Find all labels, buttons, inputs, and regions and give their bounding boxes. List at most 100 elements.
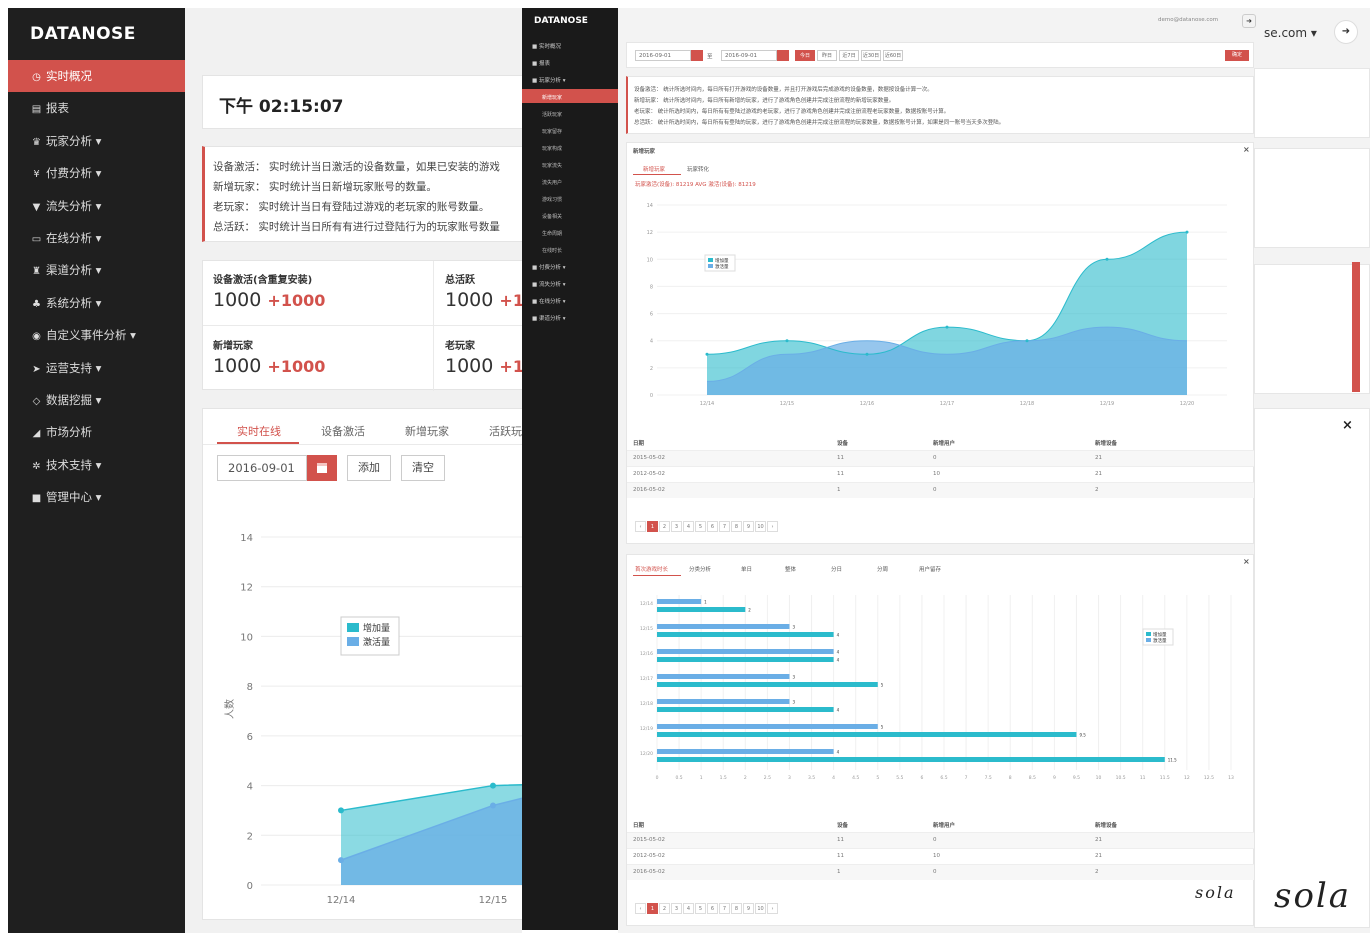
submenu-item-8[interactable]: 生命周期	[542, 230, 562, 237]
panel-tab-4[interactable]: 分日	[831, 565, 842, 573]
data-point	[945, 325, 949, 329]
submenu-item-1[interactable]: 活跃玩家	[542, 111, 562, 118]
submenu-item-4[interactable]: 玩家流失	[542, 162, 562, 169]
sidebar-item-8[interactable]: ◉ 自定义事件分析 ▾	[8, 319, 185, 351]
page-button[interactable]: 9	[743, 903, 754, 914]
close-icon[interactable]: ×	[1342, 418, 1353, 433]
sidebar-item-4[interactable]: ▼ 流失分析 ▾	[8, 190, 185, 222]
page-button[interactable]: 4	[683, 903, 694, 914]
quick-range-button-4[interactable]: 近60日	[883, 50, 903, 61]
page-button[interactable]: 5	[695, 521, 706, 532]
sidebar-item-5[interactable]: ▭ 在线分析 ▾	[8, 222, 185, 254]
sidebar-item-after-2[interactable]: ■ 在线分析 ▾	[532, 297, 565, 305]
x-tick-label: 12/14	[327, 895, 356, 906]
clear-button[interactable]: 清空	[401, 455, 445, 481]
confirm-button[interactable]: 确定	[1225, 50, 1249, 61]
sidebar-item-0[interactable]: ■ 实时概况	[532, 42, 561, 50]
x-tick-label: 3	[788, 775, 791, 781]
page-button[interactable]: ›	[767, 521, 778, 532]
submenu-item-9[interactable]: 在线时长	[542, 247, 562, 254]
page-button[interactable]: 8	[731, 903, 742, 914]
tab-realtime-online[interactable]: 实时在线	[237, 423, 281, 439]
sidebar-item-after-3[interactable]: ■ 渠道分析 ▾	[532, 314, 565, 322]
page-button[interactable]: ›	[767, 903, 778, 914]
page-button[interactable]: 6	[707, 521, 718, 532]
submenu-item-5[interactable]: 流失用户	[542, 179, 562, 186]
calendar-button[interactable]	[307, 455, 337, 481]
data-point	[785, 339, 789, 343]
page-button[interactable]: 9	[743, 521, 754, 532]
definitions-card: 设备激活： 统计所选时间内，每日所有打开游戏的设备数量，并且打开游戏后完成游戏的…	[626, 76, 1254, 134]
panel-tab-1[interactable]: 分类分析	[689, 565, 711, 573]
legend-label: 激活量	[715, 263, 729, 270]
quick-range-button-0[interactable]: 今日	[795, 50, 815, 61]
submenu-item-0[interactable]: 新增玩家	[542, 94, 562, 101]
page-button[interactable]: ‹	[635, 521, 646, 532]
add-button[interactable]: 添加	[347, 455, 391, 481]
date-filter-bar: 2016-09-01 至 2016-09-01 今日 昨日 近7日 近30日 近60日 …	[626, 42, 1254, 68]
page-button[interactable]: 10	[755, 521, 766, 532]
page-button[interactable]: 2	[659, 903, 670, 914]
submenu-item-3[interactable]: 玩家构成	[542, 145, 562, 152]
sidebar-item-2[interactable]: ■ 玩家分析 ▾	[532, 76, 565, 84]
logout-icon[interactable]: ➜	[1242, 14, 1256, 28]
quick-range-button-3[interactable]: 近30日	[861, 50, 881, 61]
sidebar-item-6[interactable]: ♜ 渠道分析 ▾	[8, 254, 185, 286]
close-icon[interactable]: ×	[1243, 145, 1250, 154]
close-icon[interactable]: ×	[1243, 557, 1250, 566]
calendar-icon[interactable]	[777, 50, 789, 61]
sidebar-item-after-1[interactable]: ■ 流失分析 ▾	[532, 280, 565, 288]
page-button[interactable]: 10	[755, 903, 766, 914]
data-label: 4	[837, 750, 840, 755]
logout-icon[interactable]: ➜	[1334, 20, 1358, 44]
y-tick-label: 14	[647, 203, 653, 209]
calendar-icon[interactable]	[691, 50, 703, 61]
x-tick-label: 2.5	[764, 775, 771, 781]
page-button[interactable]: 6	[707, 903, 718, 914]
user-email[interactable]: demo@datanose.com	[1158, 17, 1218, 23]
panel-tab-6[interactable]: 用户留存	[919, 565, 941, 573]
sidebar-item-0[interactable]: ◷ 实时概况	[8, 60, 185, 93]
sidebar-item-7[interactable]: ♣ 系统分析 ▾	[8, 287, 185, 319]
submenu-item-7[interactable]: 设备相关	[542, 213, 562, 220]
table-header: 设备	[837, 441, 849, 447]
date-to-input[interactable]: 2016-09-01	[721, 50, 777, 61]
page-button[interactable]: 8	[731, 521, 742, 532]
user-email-partial[interactable]: se.com ▾	[1264, 26, 1317, 40]
sidebar-item-10[interactable]: ◇ 数据挖掘 ▾	[8, 384, 185, 416]
submenu-item-6[interactable]: 游戏习惯	[542, 196, 562, 203]
page-button[interactable]: 7	[719, 521, 730, 532]
quick-range-button-1[interactable]: 昨日	[817, 50, 837, 61]
tab-device-activation[interactable]: 设备激活	[321, 423, 365, 439]
panel-tab-5[interactable]: 分周	[877, 565, 888, 573]
sidebar-item-1[interactable]: ■ 报表	[532, 59, 550, 67]
sidebar-item-11[interactable]: ◢ 市场分析	[8, 416, 185, 448]
sidebar-item-after-0[interactable]: ■ 付费分析 ▾	[532, 263, 565, 271]
panel-tab-3[interactable]: 整体	[785, 565, 796, 573]
tab-new-players[interactable]: 新增玩家	[405, 423, 449, 439]
sidebar-item-13[interactable]: ■ 管理中心 ▾	[8, 481, 185, 513]
sidebar-item-9[interactable]: ➤ 运营支持 ▾	[8, 352, 185, 384]
date-input[interactable]: 2016-09-01	[217, 455, 307, 481]
page-button[interactable]: 3	[671, 521, 682, 532]
panel-tab-2[interactable]: 单日	[741, 565, 752, 573]
tab-new-players[interactable]: 新增玩家	[643, 165, 665, 173]
page-button[interactable]: 4	[683, 521, 694, 532]
page-button[interactable]: 5	[695, 903, 706, 914]
submenu-item-2[interactable]: 玩家留存	[542, 128, 562, 135]
page-button[interactable]: 1	[647, 521, 658, 532]
page-button[interactable]: 3	[671, 903, 682, 914]
page-button[interactable]: 2	[659, 521, 670, 532]
tab-player-conversion[interactable]: 玩家转化	[687, 165, 709, 173]
quick-range-button-2[interactable]: 近7日	[839, 50, 859, 61]
sidebar-item-12[interactable]: ✲ 技术支持 ▾	[8, 449, 185, 481]
x-tick-label: 3.5	[808, 775, 815, 781]
sidebar-item-1[interactable]: ▤ 报表	[8, 92, 185, 124]
page-button[interactable]: 7	[719, 903, 730, 914]
date-from-input[interactable]: 2016-09-01	[635, 50, 691, 61]
sidebar-item-2[interactable]: ♛ 玩家分析 ▾	[8, 125, 185, 157]
sidebar-item-3[interactable]: ¥ 付费分析 ▾	[8, 157, 185, 189]
page-button[interactable]: 1	[647, 903, 658, 914]
page-button[interactable]: ‹	[635, 903, 646, 914]
panel-tab-0[interactable]: 首次游戏时长	[635, 565, 668, 573]
